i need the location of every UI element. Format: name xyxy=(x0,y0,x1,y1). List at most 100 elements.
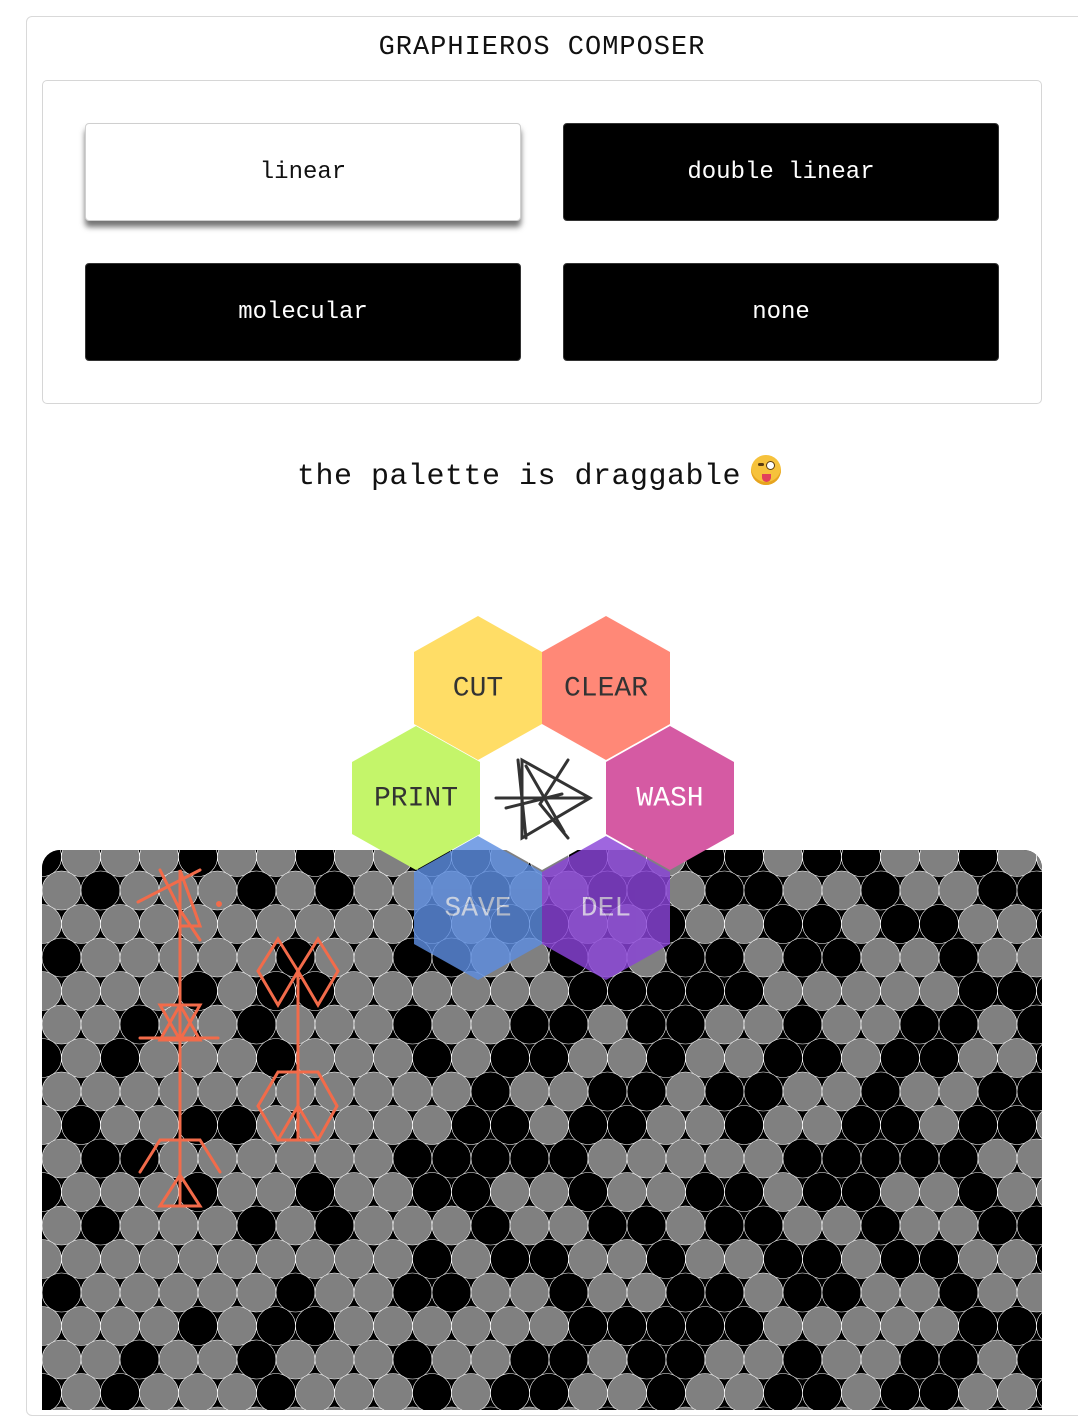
grid-cell[interactable] xyxy=(100,1306,140,1346)
grid-cell[interactable] xyxy=(42,1038,62,1078)
grid-cell[interactable] xyxy=(1016,1004,1042,1045)
grid-cell[interactable] xyxy=(763,904,803,944)
grid-cell[interactable] xyxy=(646,1306,686,1346)
grid-cell[interactable] xyxy=(373,1239,413,1279)
grid-cell[interactable] xyxy=(880,904,920,944)
grid-cell[interactable] xyxy=(314,1205,355,1246)
grid-cell[interactable] xyxy=(490,1172,530,1212)
grid-cell[interactable] xyxy=(919,1172,959,1212)
grid-cell[interactable] xyxy=(1036,972,1043,1011)
grid-cell[interactable] xyxy=(548,1272,589,1313)
grid-cell[interactable] xyxy=(997,971,1037,1011)
grid-cell[interactable] xyxy=(80,1004,121,1045)
grid-cell[interactable] xyxy=(42,937,82,978)
grid-cell[interactable] xyxy=(256,904,296,944)
grid-cell[interactable] xyxy=(958,1105,998,1145)
grid-cell[interactable] xyxy=(958,1306,998,1346)
grid-cell[interactable] xyxy=(295,904,335,944)
grid-cell[interactable] xyxy=(880,1172,920,1212)
grid-cell[interactable] xyxy=(256,1373,296,1411)
grid-cell[interactable] xyxy=(841,971,881,1011)
grid-cell[interactable] xyxy=(334,1038,374,1078)
grid-cell[interactable] xyxy=(860,937,901,978)
grid-cell[interactable] xyxy=(704,1205,745,1246)
grid-cell[interactable] xyxy=(451,1038,491,1078)
grid-cell[interactable] xyxy=(899,870,940,911)
grid-cell[interactable] xyxy=(80,1205,121,1246)
grid-cell[interactable] xyxy=(42,1105,62,1145)
grid-cell[interactable] xyxy=(977,937,1018,978)
grid-cell[interactable] xyxy=(42,1071,82,1112)
grid-cell[interactable] xyxy=(607,1172,647,1212)
grid-cell[interactable] xyxy=(568,1038,608,1078)
grid-cell[interactable] xyxy=(490,1105,530,1145)
grid-cell[interactable] xyxy=(100,1038,140,1078)
grid-cell[interactable] xyxy=(938,937,979,978)
grid-cell[interactable] xyxy=(938,1205,979,1246)
grid-cell[interactable] xyxy=(782,1138,823,1179)
grid-cell[interactable] xyxy=(80,1071,121,1112)
grid-cell[interactable] xyxy=(782,937,823,978)
grid-cell[interactable] xyxy=(139,1239,179,1279)
grid-cell[interactable] xyxy=(353,1339,394,1380)
grid-cell[interactable] xyxy=(529,1038,569,1078)
grid-cell[interactable] xyxy=(899,1071,940,1112)
grid-cell[interactable] xyxy=(412,1038,452,1078)
grid-cell[interactable] xyxy=(743,937,784,978)
grid-cell[interactable] xyxy=(548,1339,589,1380)
grid-cell[interactable] xyxy=(509,1071,550,1112)
grid-cell[interactable] xyxy=(724,1306,764,1346)
grid-cell[interactable] xyxy=(724,1239,764,1279)
grid-cell[interactable] xyxy=(860,870,901,911)
grid-cell[interactable] xyxy=(42,971,62,1011)
grid-cell[interactable] xyxy=(412,1172,452,1212)
grid-cell[interactable] xyxy=(373,1105,413,1145)
grid-cell[interactable] xyxy=(763,1038,803,1078)
grid-cell[interactable] xyxy=(275,1071,316,1112)
grid-cell[interactable] xyxy=(490,1038,530,1078)
grid-cell[interactable] xyxy=(431,1071,472,1112)
grid-cell[interactable] xyxy=(626,1205,667,1246)
grid-cell[interactable] xyxy=(42,870,82,911)
grid-cell[interactable] xyxy=(100,971,140,1011)
grid-cell[interactable] xyxy=(821,1272,862,1313)
grid-cell[interactable] xyxy=(334,1239,374,1279)
grid-cell[interactable] xyxy=(373,1306,413,1346)
grid-cell[interactable] xyxy=(431,1339,472,1380)
grid-cell[interactable] xyxy=(958,1373,998,1411)
grid-cell[interactable] xyxy=(61,1373,101,1411)
grid-cell[interactable] xyxy=(353,1071,394,1112)
grid-cell[interactable] xyxy=(392,1339,433,1380)
grid-cell[interactable] xyxy=(80,1138,121,1179)
grid-cell[interactable] xyxy=(80,1339,121,1380)
grid-cell[interactable] xyxy=(431,1138,472,1179)
grid-cell[interactable] xyxy=(295,1172,335,1212)
grid-cell[interactable] xyxy=(860,1004,901,1045)
grid-cell[interactable] xyxy=(197,1272,238,1313)
grid-cell[interactable] xyxy=(470,1272,511,1313)
grid-cell[interactable] xyxy=(802,904,842,944)
grid-cell[interactable] xyxy=(353,1138,394,1179)
grid-cell[interactable] xyxy=(42,1172,62,1212)
grid-cell[interactable] xyxy=(158,1272,199,1313)
grid-cell[interactable] xyxy=(275,1339,316,1380)
grid-cell[interactable] xyxy=(821,1339,862,1380)
grid-cell[interactable] xyxy=(100,904,140,944)
grid-cell[interactable] xyxy=(373,1172,413,1212)
grid-cell[interactable] xyxy=(782,1071,823,1112)
grid-cell[interactable] xyxy=(626,1004,667,1045)
grid-cell[interactable] xyxy=(841,1239,881,1279)
grid-cell[interactable] xyxy=(704,1272,745,1313)
grid-cell[interactable] xyxy=(841,1373,881,1411)
grid-cell[interactable] xyxy=(412,1373,452,1411)
grid-cell[interactable] xyxy=(743,870,784,911)
grid-cell[interactable] xyxy=(821,870,862,911)
grid-cell[interactable] xyxy=(880,1239,920,1279)
grid-cell[interactable] xyxy=(373,1038,413,1078)
grid-cell[interactable] xyxy=(275,1272,316,1313)
grid-cell[interactable] xyxy=(821,1071,862,1112)
grid-cell[interactable] xyxy=(1016,937,1042,978)
grid-cell[interactable] xyxy=(158,1205,199,1246)
grid-cell[interactable] xyxy=(529,1306,569,1346)
grid-cell[interactable] xyxy=(821,1004,862,1045)
